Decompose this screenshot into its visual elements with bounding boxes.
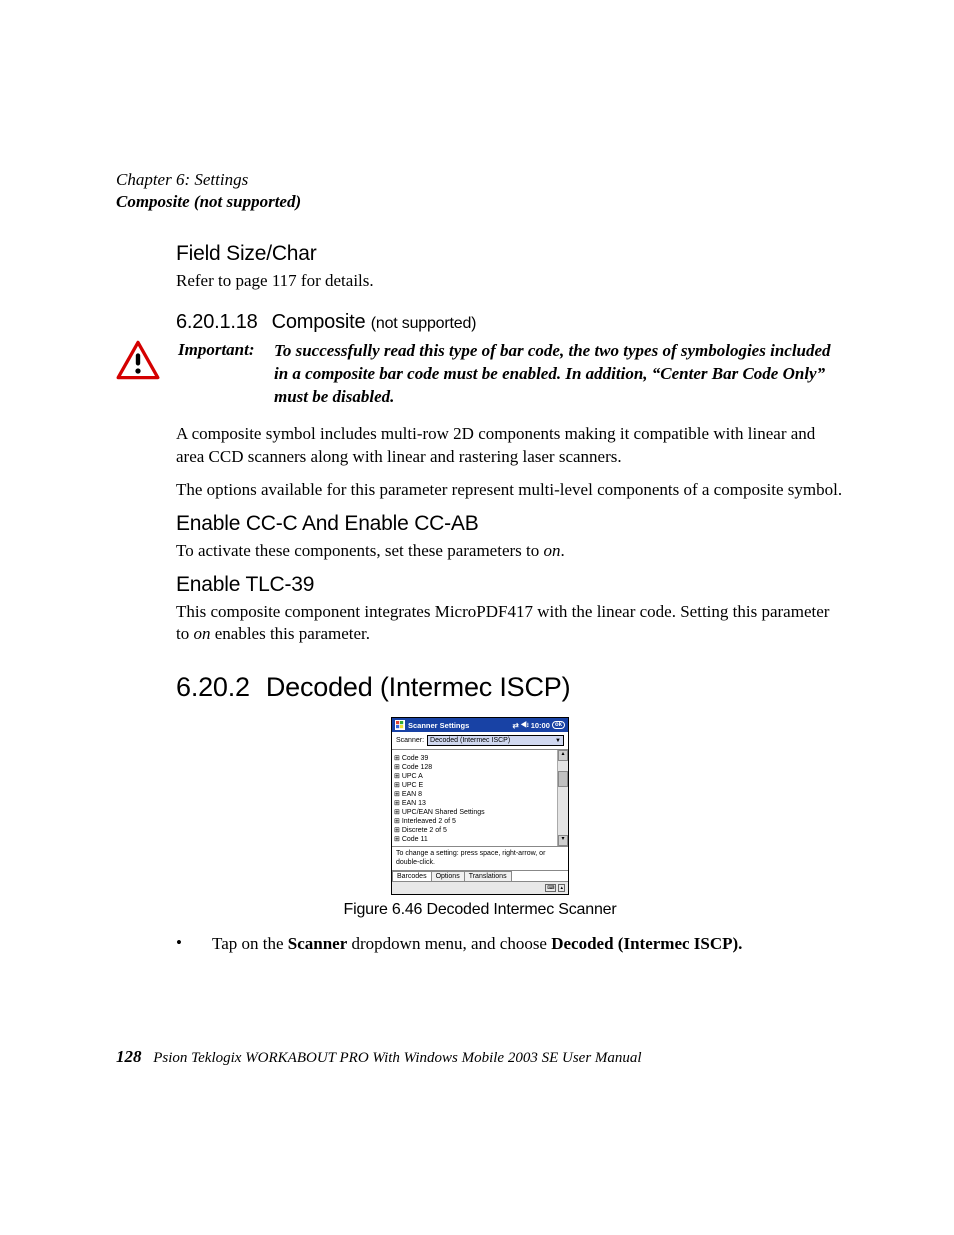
volume-icon[interactable]: ◀፧ bbox=[521, 720, 529, 730]
barcode-tree[interactable]: Code 39 Code 128 UPC A UPC E EAN 8 EAN 1… bbox=[392, 750, 557, 846]
tree-item[interactable]: Discrete 2 of 5 bbox=[394, 825, 555, 834]
heading-composite: 6.20.1.18 Composite (not supported) bbox=[176, 311, 844, 334]
footer-text: Psion Teklogix WORKABOUT PRO With Window… bbox=[153, 1050, 641, 1066]
text-em: on bbox=[543, 541, 560, 560]
heading-field-size: Field Size/Char bbox=[176, 242, 844, 266]
tab-bar: Barcodes Options Translations bbox=[392, 870, 568, 881]
sip-bar: ⌨ ▴ bbox=[392, 881, 568, 894]
tree-item[interactable]: EAN 13 bbox=[394, 798, 555, 807]
tree-item[interactable]: Code 11 bbox=[394, 834, 555, 843]
tree-item[interactable]: UPC A bbox=[394, 771, 555, 780]
scanner-dropdown[interactable]: Decoded (Intermec ISCP) ▼ bbox=[427, 735, 564, 746]
heading-enable-tlc: Enable TLC-39 bbox=[176, 573, 844, 597]
heading-enable-cc: Enable CC-C And Enable CC-AB bbox=[176, 512, 844, 536]
chapter-header: Chapter 6: Settings bbox=[116, 170, 844, 190]
connectivity-icon[interactable]: ⇄ bbox=[512, 721, 518, 730]
paragraph: The options available for this parameter… bbox=[176, 479, 844, 502]
scanner-label: Scanner: bbox=[396, 737, 424, 744]
figure-caption: Figure 6.46 Decoded Intermec Scanner bbox=[116, 901, 844, 919]
paragraph: Refer to page 117 for details. bbox=[176, 270, 844, 293]
section-note: (not supported) bbox=[371, 315, 477, 332]
paragraph: This composite component integrates Micr… bbox=[176, 601, 844, 647]
window-titlebar: Scanner Settings ⇄ ◀፧ 10:00 ok bbox=[392, 718, 568, 732]
paragraph: To activate these components, set these … bbox=[176, 540, 844, 563]
important-label: Important: bbox=[178, 340, 270, 360]
ok-button[interactable]: ok bbox=[552, 721, 565, 729]
text: dropdown menu, and choose bbox=[347, 934, 551, 953]
text-em: on bbox=[193, 624, 210, 643]
page-number: 128 bbox=[116, 1047, 142, 1066]
heading-decoded-iscp: 6.20.2 Decoded (Intermec ISCP) bbox=[176, 672, 844, 703]
scroll-up-button[interactable]: ▴ bbox=[558, 750, 568, 761]
important-text: To successfully read this type of bar co… bbox=[274, 340, 840, 409]
start-icon[interactable] bbox=[395, 720, 405, 730]
tree-item[interactable]: Code 128 bbox=[394, 762, 555, 771]
text: To activate these components, set these … bbox=[176, 541, 543, 560]
tab-barcodes[interactable]: Barcodes bbox=[392, 871, 432, 881]
tab-options[interactable]: Options bbox=[431, 871, 465, 881]
screenshot-scanner-settings: Scanner Settings ⇄ ◀፧ 10:00 ok Scanner: … bbox=[391, 717, 569, 895]
sip-up-icon[interactable]: ▴ bbox=[558, 884, 565, 892]
scanner-dropdown-value: Decoded (Intermec ISCP) bbox=[430, 737, 510, 744]
chevron-down-icon: ▼ bbox=[555, 738, 561, 744]
scroll-thumb[interactable] bbox=[558, 771, 568, 787]
keyboard-icon[interactable]: ⌨ bbox=[545, 884, 556, 892]
scroll-down-button[interactable]: ▾ bbox=[558, 835, 568, 846]
bullet-item: • Tap on the Scanner dropdown menu, and … bbox=[176, 933, 844, 956]
clock: 10:00 bbox=[531, 721, 550, 730]
warning-icon bbox=[116, 340, 164, 385]
bullet-dot: • bbox=[176, 933, 212, 956]
tree-item[interactable]: Interleaved 2 of 5 bbox=[394, 816, 555, 825]
text: . bbox=[560, 541, 564, 560]
section-title: Decoded (Intermec ISCP) bbox=[266, 672, 571, 702]
tree-item[interactable]: Code 39 bbox=[394, 753, 555, 762]
section-number: 6.20.2 bbox=[176, 672, 250, 702]
tree-item[interactable]: UPC/EAN Shared Settings bbox=[394, 807, 555, 816]
window-title: Scanner Settings bbox=[408, 721, 469, 730]
text-bold: Decoded (Intermec ISCP). bbox=[551, 934, 742, 953]
section-number: 6.20.1.18 bbox=[176, 311, 258, 333]
text: enables this parameter. bbox=[210, 624, 370, 643]
text-bold: Scanner bbox=[288, 934, 348, 953]
scrollbar[interactable]: ▴ ▾ bbox=[557, 750, 568, 846]
paragraph: A composite symbol includes multi-row 2D… bbox=[176, 423, 844, 469]
chapter-subtitle: Composite (not supported) bbox=[116, 192, 844, 212]
section-title: Composite bbox=[272, 311, 366, 333]
hint-text: To change a setting: press space, right-… bbox=[392, 846, 568, 870]
tab-translations[interactable]: Translations bbox=[464, 871, 512, 881]
page-footer: 128 Psion Teklogix WORKABOUT PRO With Wi… bbox=[116, 1047, 844, 1067]
tree-item[interactable]: EAN 8 bbox=[394, 789, 555, 798]
tree-item[interactable]: UPC E bbox=[394, 780, 555, 789]
text: Tap on the bbox=[212, 934, 288, 953]
